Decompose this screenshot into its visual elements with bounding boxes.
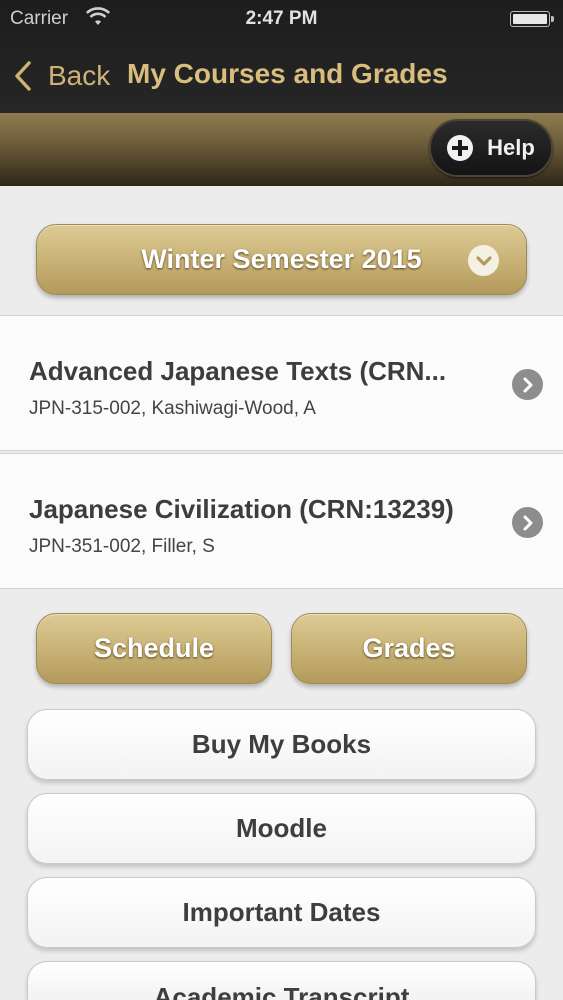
buy-my-books-label: Buy My Books (191, 729, 372, 759)
grades-button[interactable]: Grades (291, 613, 527, 684)
back-label: Back (48, 60, 111, 91)
schedule-label: Schedule (93, 633, 215, 663)
plus-icon (447, 135, 474, 161)
chevron-down-icon (468, 245, 499, 276)
status-bar: Carrier 2:47 PM (0, 0, 563, 38)
status-time: 2:47 PM (245, 8, 318, 29)
course-item[interactable]: Advanced Japanese Texts (CRN... JPN-315-… (0, 315, 563, 451)
schedule-button[interactable]: Schedule (36, 613, 272, 684)
course-subtitle: JPN-315-002, Kashiwagi-Wood, A (29, 398, 316, 419)
chevron-right-icon (512, 507, 543, 538)
buy-my-books-button[interactable]: Buy My Books (27, 709, 536, 780)
course-title: Japanese Civilization (CRN:13239) (29, 494, 454, 524)
help-button[interactable]: Help (429, 119, 553, 177)
important-dates-label: Important Dates (182, 897, 381, 927)
chevron-left-icon (15, 61, 31, 91)
academic-transcript-label: Academic Transcript (153, 982, 410, 1000)
course-title: Advanced Japanese Texts (CRN... (29, 356, 447, 386)
page-title: My Courses and Grades (127, 58, 448, 89)
back-button[interactable]: Back (14, 56, 110, 96)
moodle-button[interactable]: Moodle (27, 793, 536, 864)
academic-transcript-button[interactable]: Academic Transcript (27, 961, 536, 1000)
course-subtitle: JPN-351-002, Filler, S (29, 536, 215, 557)
semester-selector[interactable]: Winter Semester 2015 (36, 224, 527, 295)
top-bar: Carrier 2:47 PM Back My Courses and Grad… (0, 0, 563, 113)
help-label: Help (487, 135, 535, 160)
course-item[interactable]: Japanese Civilization (CRN:13239) JPN-35… (0, 453, 563, 589)
navigation-bar: Back My Courses and Grades (0, 44, 563, 106)
chevron-right-icon (512, 369, 543, 400)
important-dates-button[interactable]: Important Dates (27, 877, 536, 948)
grades-label: Grades (362, 633, 456, 663)
moodle-label: Moodle (236, 813, 327, 843)
battery-icon (510, 11, 554, 27)
semester-label: Winter Semester 2015 (141, 244, 422, 274)
